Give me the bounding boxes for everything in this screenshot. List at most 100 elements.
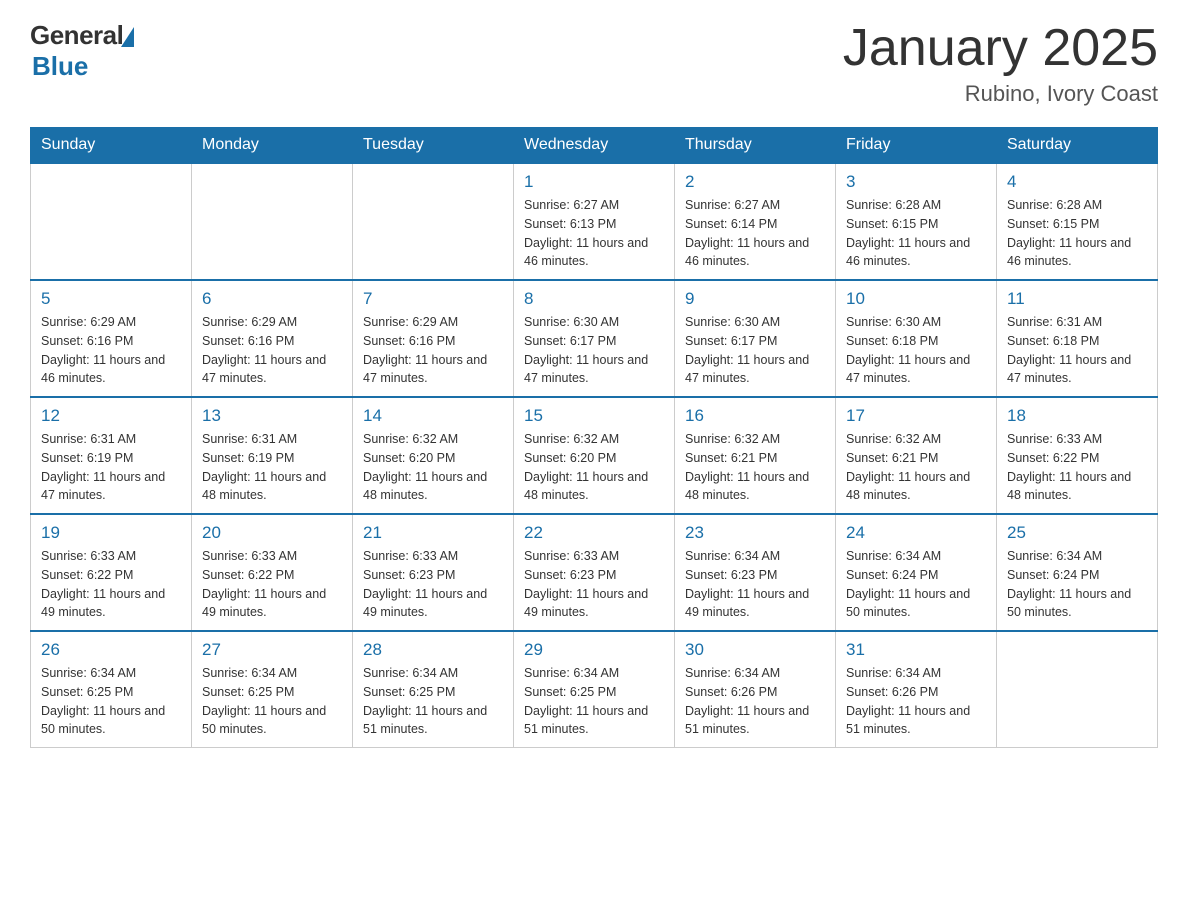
calendar-cell: 19 Sunrise: 6:33 AM Sunset: 6:22 PM Dayli… [31,514,192,631]
calendar-header-row: SundayMondayTuesdayWednesdayThursdayFrid… [31,128,1158,164]
logo-general-text: General [30,20,123,51]
day-number: 26 [41,640,181,660]
day-number: 8 [524,289,664,309]
day-info: Sunrise: 6:29 AM Sunset: 6:16 PM Dayligh… [202,313,342,388]
day-number: 10 [846,289,986,309]
day-number: 18 [1007,406,1147,426]
day-number: 7 [363,289,503,309]
day-number: 31 [846,640,986,660]
day-number: 30 [685,640,825,660]
calendar-cell: 9Sunrise: 6:30 AM Sunset: 6:17 PM Daylig… [675,280,836,397]
day-info: Sunrise: 6:33 AM Sunset: 6:22 PM Dayligh… [41,547,181,622]
calendar-cell: 20Sunrise: 6:33 AM Sunset: 6:22 PM Dayli… [192,514,353,631]
day-info: Sunrise: 6:34 AM Sunset: 6:26 PM Dayligh… [846,664,986,739]
day-info: Sunrise: 6:34 AM Sunset: 6:25 PM Dayligh… [41,664,181,739]
calendar-cell [31,163,192,280]
day-info: Sunrise: 6:33 AM Sunset: 6:23 PM Dayligh… [363,547,503,622]
day-info: Sunrise: 6:34 AM Sunset: 6:25 PM Dayligh… [202,664,342,739]
calendar-week-row: 19 Sunrise: 6:33 AM Sunset: 6:22 PM Dayli… [31,514,1158,631]
calendar-cell: 16Sunrise: 6:32 AM Sunset: 6:21 PM Dayli… [675,397,836,514]
day-of-week-header: Monday [192,128,353,164]
day-of-week-header: Saturday [997,128,1158,164]
day-info: Sunrise: 6:28 AM Sunset: 6:15 PM Dayligh… [1007,196,1147,271]
calendar-cell: 12 Sunrise: 6:31 AM Sunset: 6:19 PM Dayli… [31,397,192,514]
day-number: 28 [363,640,503,660]
calendar-cell: 27 Sunrise: 6:34 AM Sunset: 6:25 PM Dayli… [192,631,353,748]
calendar-week-row: 1Sunrise: 6:27 AM Sunset: 6:13 PM Daylig… [31,163,1158,280]
calendar-cell: 23Sunrise: 6:34 AM Sunset: 6:23 PM Dayli… [675,514,836,631]
day-number: 15 [524,406,664,426]
day-info: Sunrise: 6:29 AM Sunset: 6:16 PM Dayligh… [41,313,181,388]
calendar-cell: 10 Sunrise: 6:30 AM Sunset: 6:18 PM Dayli… [836,280,997,397]
day-number: 6 [202,289,342,309]
calendar-cell: 31 Sunrise: 6:34 AM Sunset: 6:26 PM Dayli… [836,631,997,748]
calendar-cell: 13Sunrise: 6:31 AM Sunset: 6:19 PM Dayli… [192,397,353,514]
day-number: 22 [524,523,664,543]
calendar-cell: 22 Sunrise: 6:33 AM Sunset: 6:23 PM Dayli… [514,514,675,631]
day-number: 14 [363,406,503,426]
day-info: Sunrise: 6:30 AM Sunset: 6:18 PM Dayligh… [846,313,986,388]
day-of-week-header: Friday [836,128,997,164]
day-number: 24 [846,523,986,543]
day-info: Sunrise: 6:27 AM Sunset: 6:13 PM Dayligh… [524,196,664,271]
calendar-cell: 6 Sunrise: 6:29 AM Sunset: 6:16 PM Daylig… [192,280,353,397]
day-info: Sunrise: 6:30 AM Sunset: 6:17 PM Dayligh… [524,313,664,388]
day-info: Sunrise: 6:34 AM Sunset: 6:25 PM Dayligh… [524,664,664,739]
calendar-cell [192,163,353,280]
day-number: 4 [1007,172,1147,192]
calendar-cell [353,163,514,280]
day-info: Sunrise: 6:33 AM Sunset: 6:22 PM Dayligh… [202,547,342,622]
calendar-cell: 24 Sunrise: 6:34 AM Sunset: 6:24 PM Dayli… [836,514,997,631]
calendar-cell: 14 Sunrise: 6:32 AM Sunset: 6:20 PM Dayli… [353,397,514,514]
day-number: 11 [1007,289,1147,309]
calendar-week-row: 5Sunrise: 6:29 AM Sunset: 6:16 PM Daylig… [31,280,1158,397]
calendar-cell: 1Sunrise: 6:27 AM Sunset: 6:13 PM Daylig… [514,163,675,280]
day-info: Sunrise: 6:33 AM Sunset: 6:22 PM Dayligh… [1007,430,1147,505]
day-info: Sunrise: 6:34 AM Sunset: 6:24 PM Dayligh… [1007,547,1147,622]
day-info: Sunrise: 6:34 AM Sunset: 6:23 PM Dayligh… [685,547,825,622]
calendar-table: SundayMondayTuesdayWednesdayThursdayFrid… [30,127,1158,748]
day-info: Sunrise: 6:33 AM Sunset: 6:23 PM Dayligh… [524,547,664,622]
calendar-cell: 30Sunrise: 6:34 AM Sunset: 6:26 PM Dayli… [675,631,836,748]
day-info: Sunrise: 6:31 AM Sunset: 6:18 PM Dayligh… [1007,313,1147,388]
day-number: 27 [202,640,342,660]
day-info: Sunrise: 6:29 AM Sunset: 6:16 PM Dayligh… [363,313,503,388]
day-of-week-header: Wednesday [514,128,675,164]
calendar-cell: 28Sunrise: 6:34 AM Sunset: 6:25 PM Dayli… [353,631,514,748]
day-of-week-header: Tuesday [353,128,514,164]
logo: General Blue [30,20,134,82]
day-info: Sunrise: 6:32 AM Sunset: 6:21 PM Dayligh… [685,430,825,505]
day-number: 29 [524,640,664,660]
calendar-cell: 18 Sunrise: 6:33 AM Sunset: 6:22 PM Dayli… [997,397,1158,514]
day-info: Sunrise: 6:30 AM Sunset: 6:17 PM Dayligh… [685,313,825,388]
calendar-cell: 25Sunrise: 6:34 AM Sunset: 6:24 PM Dayli… [997,514,1158,631]
calendar-week-row: 26 Sunrise: 6:34 AM Sunset: 6:25 PM Dayli… [31,631,1158,748]
location-subtitle: Rubino, Ivory Coast [843,81,1158,107]
day-info: Sunrise: 6:27 AM Sunset: 6:14 PM Dayligh… [685,196,825,271]
day-info: Sunrise: 6:28 AM Sunset: 6:15 PM Dayligh… [846,196,986,271]
day-info: Sunrise: 6:32 AM Sunset: 6:21 PM Dayligh… [846,430,986,505]
calendar-cell: 4 Sunrise: 6:28 AM Sunset: 6:15 PM Daylig… [997,163,1158,280]
calendar-cell: 8 Sunrise: 6:30 AM Sunset: 6:17 PM Daylig… [514,280,675,397]
day-info: Sunrise: 6:31 AM Sunset: 6:19 PM Dayligh… [41,430,181,505]
day-info: Sunrise: 6:32 AM Sunset: 6:20 PM Dayligh… [363,430,503,505]
month-title: January 2025 [843,20,1158,77]
calendar-cell: 21 Sunrise: 6:33 AM Sunset: 6:23 PM Dayli… [353,514,514,631]
day-of-week-header: Sunday [31,128,192,164]
day-number: 2 [685,172,825,192]
title-area: January 2025 Rubino, Ivory Coast [843,20,1158,107]
logo-triangle-icon [121,27,134,47]
calendar-cell: 5Sunrise: 6:29 AM Sunset: 6:16 PM Daylig… [31,280,192,397]
day-info: Sunrise: 6:31 AM Sunset: 6:19 PM Dayligh… [202,430,342,505]
day-number: 21 [363,523,503,543]
page-header: General Blue January 2025 Rubino, Ivory … [30,20,1158,107]
day-number: 19 [41,523,181,543]
day-info: Sunrise: 6:34 AM Sunset: 6:24 PM Dayligh… [846,547,986,622]
calendar-cell: 3 Sunrise: 6:28 AM Sunset: 6:15 PM Daylig… [836,163,997,280]
calendar-cell: 7 Sunrise: 6:29 AM Sunset: 6:16 PM Daylig… [353,280,514,397]
day-number: 12 [41,406,181,426]
calendar-cell: 15Sunrise: 6:32 AM Sunset: 6:20 PM Dayli… [514,397,675,514]
calendar-cell: 26 Sunrise: 6:34 AM Sunset: 6:25 PM Dayli… [31,631,192,748]
day-number: 3 [846,172,986,192]
logo-blue-text: Blue [32,51,134,82]
